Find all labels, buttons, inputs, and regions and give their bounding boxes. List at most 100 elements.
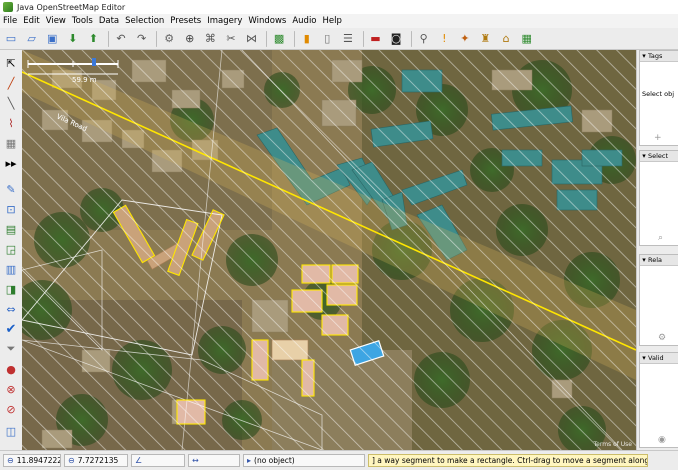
menu-audio[interactable]: Audio [289, 16, 319, 26]
object-icon: ▸ [247, 456, 252, 465]
industrial-icon[interactable]: ⌂ [497, 30, 515, 48]
longitude-value: 7.7272135 [77, 456, 119, 465]
main-toolbar: ▭ ▱ ▣ ⬇ ⬆ ↶ ↷ ⚙ ⊕ ⌘ ✂ ⋈ ▩ ▮ ▯ ☰ ▬ ◙ ⚲! ✦ ♜ ⌂ ▦ [0, 28, 678, 50]
toolbar-separator [266, 30, 268, 47]
angle-icon: ∠ [135, 456, 143, 465]
josm-logo-icon [3, 2, 13, 12]
menu-edit[interactable]: Edit [20, 16, 42, 26]
shop-icon[interactable]: ! [435, 30, 453, 48]
draw-tool-icon[interactable]: ╱ [2, 74, 20, 92]
open-file-icon[interactable]: ▱ [23, 30, 41, 48]
rail-icon[interactable]: ☰ [339, 30, 357, 48]
minimize-icon[interactable]: ▾ [640, 52, 648, 60]
latitude-field: ⊖ 11.8947222 [3, 454, 61, 467]
restaurant-icon[interactable]: ⚲ [415, 30, 433, 48]
tags-header: Tags [648, 52, 663, 60]
validation-dialog: ▾ Valid ◉ [639, 352, 678, 448]
menu-windows[interactable]: Windows [245, 16, 289, 26]
save-icon[interactable]: ▣ [43, 30, 61, 48]
minimize-icon[interactable]: ▾ [640, 256, 648, 264]
toolbar-separator [156, 30, 158, 47]
window-title: Java OpenStreetMap Editor [17, 2, 126, 12]
menu-data[interactable]: Data [96, 16, 122, 26]
validation-icon[interactable]: ✔ [2, 320, 20, 338]
car-icon[interactable]: ▬ [367, 30, 385, 48]
building-tool-icon[interactable]: ▦ [2, 134, 20, 152]
relation-edit-icon[interactable]: ⚙ [658, 333, 666, 343]
amenity-fuel-icon[interactable]: ▮ [298, 30, 316, 48]
imagery-icon[interactable]: ▩ [270, 30, 288, 48]
latitude-icon: ⊖ [7, 456, 14, 465]
tags-body: Select obj [642, 90, 675, 98]
latitude-value: 11.8947222 [16, 456, 61, 465]
upload-icon[interactable]: ⬆ [84, 30, 102, 48]
lasso-tool-icon[interactable]: ⌇ [2, 114, 20, 132]
toolbar-separator [293, 30, 295, 47]
heading-field: ∠ [131, 454, 185, 467]
warnings-icon[interactable]: ⊗ [2, 380, 20, 398]
undo-icon[interactable]: ↶ [112, 30, 130, 48]
minimize-icon[interactable]: ▾ [640, 354, 648, 362]
preset-icon[interactable]: ◨ [2, 280, 20, 298]
menu-selection[interactable]: Selection [122, 16, 167, 26]
relations-dialog: ▾ Rela ⚙ [639, 254, 678, 346]
toolbar-separator [410, 30, 412, 47]
selection-dialog: ▾ Select ⌕ [639, 150, 678, 246]
edit-mode-toolbar: ⇱ ╱ ╲ ⌇ ▦ ▸▸ ✎ ⊡ ▤ ◲ ▥ ◨ ⇔ ✔ ⏷ ● ⊗ ⊘ ◫ [0, 50, 23, 450]
attribution-link[interactable]: Terms of Use [594, 441, 632, 448]
search-icon[interactable]: ⌕ [658, 233, 663, 243]
menu-tools[interactable]: Tools [69, 16, 96, 26]
toolbar-separator [362, 30, 364, 47]
history-icon[interactable]: ◲ [2, 240, 20, 258]
menu-imagery[interactable]: Imagery [204, 16, 245, 26]
wireframe-icon[interactable]: ⌘ [201, 30, 219, 48]
map-paint-icon[interactable]: ▤ [2, 220, 20, 238]
zoom-to-data-icon[interactable]: ⊕ [181, 30, 199, 48]
scale-label: 59.9 m [72, 76, 97, 84]
menu-bar: File Edit View Tools Data Selection Presets Ima… [0, 14, 678, 28]
tourism-icon[interactable]: ✦ [456, 30, 474, 48]
validation-header: Valid [648, 354, 664, 362]
new-file-icon[interactable]: ▭ [2, 30, 20, 48]
errors-icon[interactable]: ⊘ [2, 400, 20, 418]
minimize-icon[interactable]: ▾ [640, 152, 648, 160]
conflict-icon[interactable]: ⇔ [2, 300, 20, 318]
menu-presets[interactable]: Presets [167, 16, 204, 26]
tag-tool-icon[interactable]: ✎ [2, 180, 20, 198]
layers-icon[interactable]: ▥ [2, 260, 20, 278]
map-view[interactable]: Vila Road 59.9 m Terms of Use [22, 50, 636, 450]
menu-view[interactable]: View [43, 16, 69, 26]
satellite-imagery: Vila Road [22, 50, 636, 450]
minimap-icon[interactable]: ◫ [2, 422, 20, 440]
preferences-icon[interactable]: ⚙ [160, 30, 178, 48]
select-tool-icon[interactable]: ⇱ [2, 54, 20, 72]
notes-icon[interactable]: ● [2, 360, 20, 378]
filter-icon[interactable]: ⏷ [2, 340, 20, 358]
longitude-field: ⊖ 7.7272135 [64, 454, 128, 467]
menu-help[interactable]: Help [320, 16, 345, 26]
menu-file[interactable]: File [0, 16, 20, 26]
validate-icon[interactable]: ◉ [658, 435, 666, 445]
selection-header: Select [648, 152, 669, 160]
toolbar-separator [107, 30, 109, 47]
side-panels: ▾ Tags Select obj + ▾ Select ⌕ ▾ Rela ⚙ ▾ Va… [636, 50, 678, 450]
scale-bar: 59.9 m [26, 56, 136, 84]
zoom-tool-icon[interactable]: ╲ [2, 94, 20, 112]
node-tool-icon[interactable]: ⊡ [2, 200, 20, 218]
more-tools-icon[interactable]: ▸▸ [2, 154, 20, 172]
add-tag-icon[interactable]: + [654, 133, 662, 143]
split-way-icon[interactable]: ✂ [222, 30, 240, 48]
combine-way-icon[interactable]: ⋈ [243, 30, 261, 48]
status-bar: ⊖ 11.8947222 ⊖ 7.7272135 ∠ ↔ ▸ (no object) … [0, 450, 678, 470]
landuse-icon[interactable]: ▦ [518, 30, 536, 48]
length-field: ↔ [188, 454, 240, 467]
object-field: ▸ (no object) [243, 454, 365, 467]
bus-icon[interactable]: ◙ [387, 30, 405, 48]
title-bar: Java OpenStreetMap Editor [0, 0, 678, 14]
castle-icon[interactable]: ♜ [476, 30, 494, 48]
object-value: (no object) [254, 456, 295, 465]
redo-icon[interactable]: ↷ [133, 30, 151, 48]
highway-node-icon[interactable]: ▯ [318, 30, 336, 48]
relations-header: Rela [648, 256, 663, 264]
download-icon[interactable]: ⬇ [64, 30, 82, 48]
